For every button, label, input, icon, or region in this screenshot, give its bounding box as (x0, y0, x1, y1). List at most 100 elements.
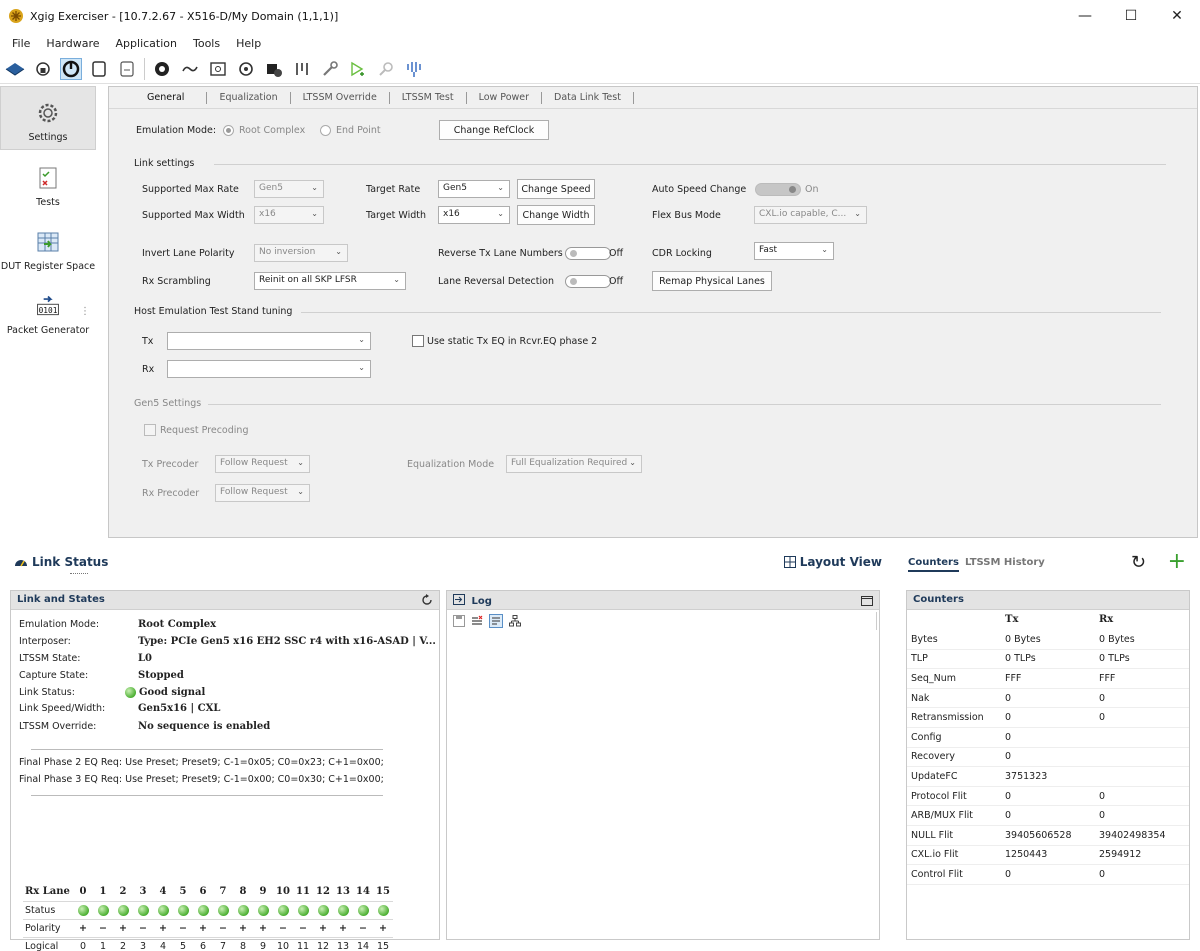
lane-reversal-detection-state: Off (609, 276, 624, 287)
capture-icon[interactable] (151, 58, 173, 80)
rx-lane-table: Rx Lane 0 1 2 3 4 5 6 7 8 9 10 11 12 13 14 15 Status Pol… (23, 883, 393, 951)
request-precoding-checkbox[interactable] (144, 424, 156, 436)
reverse-tx-lane-toggle[interactable] (565, 247, 611, 260)
autoscroll-icon[interactable] (489, 614, 503, 628)
tab-general[interactable]: General (109, 91, 208, 104)
menu-hardware[interactable]: Hardware (38, 37, 107, 50)
add-icon[interactable]: + (1168, 549, 1186, 574)
menu-help[interactable]: Help (228, 37, 269, 50)
tab-ltssm-override[interactable]: LTSSM Override (291, 91, 390, 104)
layout-icon (783, 556, 796, 568)
use-static-tx-label: Use static Tx EQ in Rcvr.EQ phase 2 (427, 336, 598, 347)
save-icon[interactable] (453, 615, 465, 627)
window-title: Xgig Exerciser - [10.7.2.67 - X516-D/My … (30, 9, 339, 23)
status-led-icon (217, 904, 229, 916)
layout-view-button[interactable]: Layout View (783, 555, 882, 569)
maximize-button[interactable]: ☐ (1108, 0, 1154, 32)
minimize-button[interactable]: — (1062, 0, 1108, 32)
refresh-gear-icon[interactable] (235, 58, 257, 80)
search-icon[interactable] (375, 58, 397, 80)
root-complex-radio[interactable] (223, 125, 234, 136)
sidebar-item-settings[interactable]: Settings (0, 86, 96, 150)
cdr-locking-select[interactable]: Fast ⌄ (754, 242, 834, 260)
tx-select[interactable]: ⌄ (167, 332, 371, 350)
rx-scrambling-select[interactable]: Reinit on all SKP LFSR ⌄ (254, 272, 406, 290)
tab-ltssm-test[interactable]: LTSSM Test (390, 91, 467, 104)
run-icon[interactable] (347, 58, 369, 80)
tx-label: Tx (142, 336, 154, 347)
counter-row: CXL.io Flit 1250443 2594912 (907, 845, 1189, 866)
reverse-tx-lane-label: Reverse Tx Lane Numbers (438, 248, 563, 259)
hardware-card-icon[interactable] (4, 58, 26, 80)
lane-reversal-detection-toggle[interactable] (565, 275, 611, 288)
change-width-button[interactable]: Change Width (517, 205, 595, 225)
refresh-icon[interactable] (421, 594, 433, 606)
refresh-icon[interactable]: ↻ (1131, 552, 1146, 573)
menu-tools[interactable]: Tools (185, 37, 228, 50)
status-led-icon (317, 904, 329, 916)
config-icon[interactable] (263, 58, 285, 80)
log-scrollbar[interactable] (876, 612, 877, 630)
drag-handle[interactable] (70, 573, 88, 575)
counter-name-cell: Control Flit (907, 864, 1001, 885)
tab-low-power[interactable]: Low Power (467, 91, 543, 104)
lane-logical-cell: 5 (173, 936, 193, 951)
sidebar-item-tests[interactable]: Tests (0, 150, 96, 214)
clear-list-icon[interactable] (471, 615, 483, 627)
counter-tx-cell: 0 (1001, 786, 1095, 807)
menu-bar: File Hardware Application Tools Help (0, 33, 1200, 53)
lane-status-cell (353, 900, 373, 919)
tab-data-link-test[interactable]: Data Link Test (542, 91, 634, 104)
sidebar-item-dut-register-space[interactable]: DUT Register Space (0, 214, 96, 278)
invert-lane-polarity-select: No inversion ⌄ (254, 244, 348, 262)
equalization-mode-label: Equalization Mode (407, 459, 495, 470)
panel-title: Link and States (17, 594, 105, 605)
change-speed-button[interactable]: Change Speed (517, 179, 595, 199)
capture-state-row: Capture State: Stopped (19, 670, 184, 681)
counter-name-cell: Bytes (907, 629, 1001, 650)
link-icon[interactable] (179, 58, 201, 80)
power-icon[interactable] (60, 57, 82, 80)
packet-generator-icon: 0101 (35, 293, 61, 319)
hierarchy-icon[interactable] (509, 615, 521, 627)
lock-icon[interactable] (32, 58, 54, 80)
new-document-icon[interactable] (88, 58, 110, 80)
auto-speed-change-toggle[interactable] (755, 183, 801, 196)
sidebar-resize-grip[interactable]: ⋮ (80, 306, 90, 317)
tab-ltssm-history[interactable]: LTSSM History (965, 557, 1045, 568)
end-point-radio[interactable] (320, 125, 331, 136)
settings-box-icon[interactable] (207, 58, 229, 80)
reverse-tx-lane-state: Off (609, 248, 624, 259)
wrench-icon[interactable] (319, 58, 341, 80)
change-refclock-button[interactable]: Change RefClock (439, 120, 549, 140)
status-led-icon (197, 904, 209, 916)
menu-application[interactable]: Application (108, 37, 185, 50)
lane-logical-cell: 12 (313, 936, 333, 951)
rx-select[interactable]: ⌄ (167, 360, 371, 378)
target-width-select[interactable]: x16 ⌄ (438, 206, 510, 224)
rx-precoder-value: Follow Request (220, 487, 288, 497)
tab-counters[interactable]: Counters (908, 557, 959, 572)
remap-physical-lanes-button[interactable]: Remap Physical Lanes (652, 271, 772, 291)
menu-file[interactable]: File (0, 37, 38, 50)
lane-polarity-cell: + (333, 918, 353, 937)
counter-tx-cell: 3751323 (1001, 766, 1095, 787)
tab-equalization[interactable]: Equalization (207, 91, 291, 104)
target-rate-select[interactable]: Gen5 ⌄ (438, 180, 510, 198)
tools-icon[interactable] (291, 58, 313, 80)
register-table-icon (35, 229, 61, 255)
close-button[interactable]: ✕ (1154, 0, 1200, 32)
maximize-panel-icon[interactable] (861, 594, 873, 606)
auto-speed-change-label: Auto Speed Change (652, 184, 747, 195)
lane-reversal-detection-label: Lane Reversal Detection (438, 276, 554, 287)
trigger-icon[interactable] (403, 58, 425, 80)
panel-header: Log (447, 591, 879, 610)
settings-tabs: General Equalization LTSSM Override LTSS… (109, 87, 1197, 109)
use-static-tx-checkbox[interactable] (412, 335, 424, 347)
rx-column-header: Rx (1099, 614, 1114, 626)
lane-status-cell (253, 900, 273, 919)
minimize-doc-icon[interactable] (116, 58, 138, 80)
dropdown-arrow-icon: ⌄ (497, 183, 504, 192)
lane-logical-cell: 15 (373, 936, 393, 951)
dropdown-arrow-icon: ⌄ (358, 363, 365, 372)
